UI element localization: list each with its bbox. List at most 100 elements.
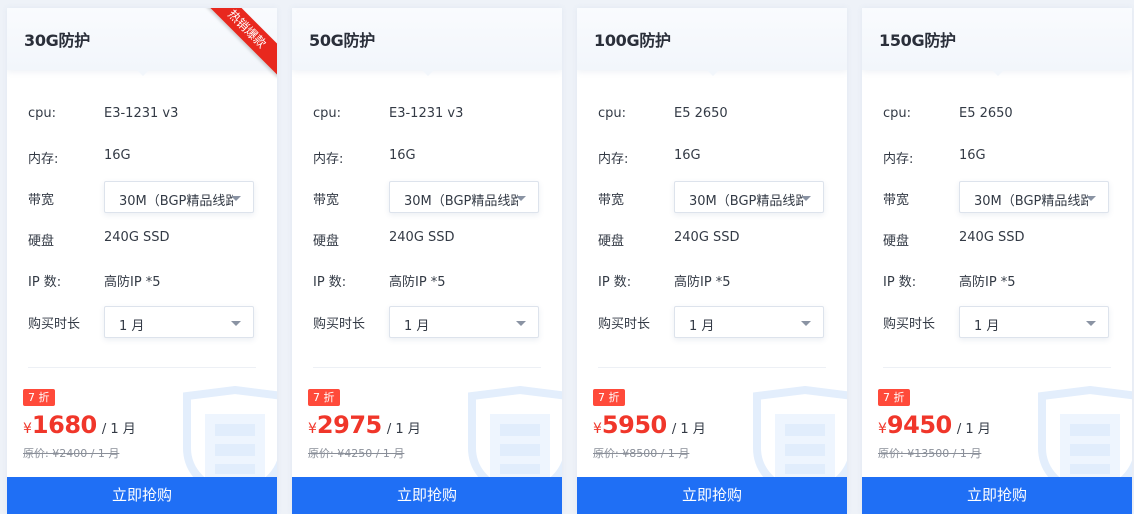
spec-value: 16G: [674, 148, 701, 163]
card-header: 50G防护: [292, 8, 562, 76]
currency-symbol: ¥: [593, 421, 602, 437]
term-select[interactable]: 1 月: [104, 306, 254, 338]
select-value: 30M（BGP精品线路）: [974, 194, 1088, 209]
spec-label: cpu:: [313, 106, 342, 121]
divider: [313, 367, 541, 368]
discount-badge: 7 折: [23, 389, 55, 406]
select-value: 1 月: [404, 319, 430, 334]
buy-now-button[interactable]: 立即抢购: [7, 477, 277, 514]
spec-label: IP 数:: [313, 275, 347, 290]
header-notch: [137, 70, 149, 76]
chevron-down-icon: [231, 321, 241, 326]
plan-card-30g: 30G防护 热销爆款 cpu: E3-1231 v3 内存: 16G 带宽 30M（…: [7, 8, 277, 514]
spec-label: cpu:: [598, 106, 627, 121]
spec-value: E3-1231 v3: [104, 106, 179, 121]
pricing-section: 30G防护 热销爆款 cpu: E3-1231 v3 内存: 16G 带宽 30M（…: [0, 0, 1134, 514]
chevron-down-icon: [516, 196, 526, 201]
card-header: 30G防护 热销爆款: [7, 8, 277, 77]
term-select[interactable]: 1 月: [959, 306, 1109, 338]
select-value: 1 月: [689, 319, 715, 334]
price: ¥9450 / 1 月: [878, 411, 991, 439]
price: ¥1680 / 1 月: [23, 411, 136, 439]
spec-label: 内存:: [313, 152, 344, 167]
buy-now-button[interactable]: 立即抢购: [292, 477, 562, 514]
buy-now-button[interactable]: 立即抢购: [577, 477, 847, 514]
bandwidth-select[interactable]: 30M（BGP精品线路）: [389, 181, 539, 213]
spec-label: IP 数:: [883, 275, 917, 290]
divider: [598, 367, 826, 368]
price-period: / 1 月: [386, 422, 421, 437]
plan-title: 50G防护: [309, 31, 375, 50]
plan-title: 100G防护: [594, 31, 671, 50]
spec-label: 硬盘: [598, 234, 625, 249]
chevron-down-icon: [1086, 321, 1096, 326]
price-period: / 1 月: [101, 422, 136, 437]
header-notch: [992, 70, 1004, 76]
spec-value: 高防IP *5: [104, 275, 161, 290]
spec-label: 购买时长: [598, 317, 651, 332]
spec-label: 带宽: [313, 193, 340, 208]
header-notch: [422, 70, 434, 76]
currency-symbol: ¥: [308, 421, 317, 437]
spec-label: 购买时长: [313, 317, 366, 332]
bandwidth-select[interactable]: 30M（BGP精品线路）: [959, 181, 1109, 213]
chevron-down-icon: [516, 321, 526, 326]
plan-title: 150G防护: [879, 31, 956, 50]
card-header: 150G防护: [862, 8, 1132, 76]
chevron-down-icon: [801, 196, 811, 201]
term-select[interactable]: 1 月: [674, 306, 824, 338]
spec-value: 16G: [104, 148, 131, 163]
price-amount: 1680: [31, 411, 97, 439]
currency-symbol: ¥: [878, 421, 887, 437]
term-select[interactable]: 1 月: [389, 306, 539, 338]
spec-value: E3-1231 v3: [389, 106, 464, 121]
divider: [883, 367, 1111, 368]
select-value: 1 月: [119, 319, 145, 334]
chevron-down-icon: [231, 196, 241, 201]
spec-label: 内存:: [598, 152, 629, 167]
spec-label: 硬盘: [313, 234, 340, 249]
spec-label: 硬盘: [883, 234, 910, 249]
select-value: 30M（BGP精品线路）: [404, 194, 518, 209]
spec-value: E5 2650: [959, 106, 1013, 121]
original-price: 原价: ¥8500 / 1 月: [593, 447, 690, 460]
price: ¥2975 / 1 月: [308, 411, 421, 439]
divider: [28, 367, 256, 368]
discount-badge: 7 折: [593, 389, 625, 406]
plan-card-150g: 150G防护 cpu: E5 2650 内存: 16G 带宽 30M（BGP精品线路…: [862, 8, 1132, 514]
header-notch: [707, 70, 719, 76]
card-header: 100G防护: [577, 8, 847, 76]
spec-value: 240G SSD: [674, 230, 740, 245]
spec-label: 带宽: [883, 193, 910, 208]
buy-now-button[interactable]: 立即抢购: [862, 477, 1132, 514]
spec-value: 240G SSD: [959, 230, 1025, 245]
spec-label: cpu:: [883, 106, 912, 121]
price-amount: 9450: [886, 411, 952, 439]
spec-label: cpu:: [28, 106, 57, 121]
spec-label: 带宽: [598, 193, 625, 208]
currency-symbol: ¥: [23, 421, 32, 437]
plan-card-100g: 100G防护 cpu: E5 2650 内存: 16G 带宽 30M（BGP精品线路…: [577, 8, 847, 514]
spec-label: 带宽: [28, 193, 55, 208]
bandwidth-select[interactable]: 30M（BGP精品线路）: [674, 181, 824, 213]
select-value: 1 月: [974, 319, 1000, 334]
hot-sale-ribbon: 热销爆款: [199, 8, 277, 77]
spec-value: 高防IP *5: [674, 275, 731, 290]
original-price: 原价: ¥4250 / 1 月: [308, 447, 405, 460]
spec-label: 购买时长: [883, 317, 936, 332]
spec-value: 16G: [959, 148, 986, 163]
price-period: / 1 月: [671, 422, 706, 437]
plan-card-50g: 50G防护 cpu: E3-1231 v3 内存: 16G 带宽 30M（BGP精品…: [292, 8, 562, 514]
spec-label: 硬盘: [28, 234, 55, 249]
price-amount: 2975: [316, 411, 382, 439]
spec-value: 240G SSD: [104, 230, 170, 245]
chevron-down-icon: [1086, 196, 1096, 201]
spec-label: IP 数:: [598, 275, 632, 290]
bandwidth-select[interactable]: 30M（BGP精品线路）: [104, 181, 254, 213]
select-value: 30M（BGP精品线路）: [119, 194, 233, 209]
plan-title: 30G防护: [24, 31, 90, 50]
original-price: 原价: ¥13500 / 1 月: [878, 447, 982, 460]
spec-value: 高防IP *5: [959, 275, 1016, 290]
spec-value: 高防IP *5: [389, 275, 446, 290]
discount-badge: 7 折: [878, 389, 910, 406]
